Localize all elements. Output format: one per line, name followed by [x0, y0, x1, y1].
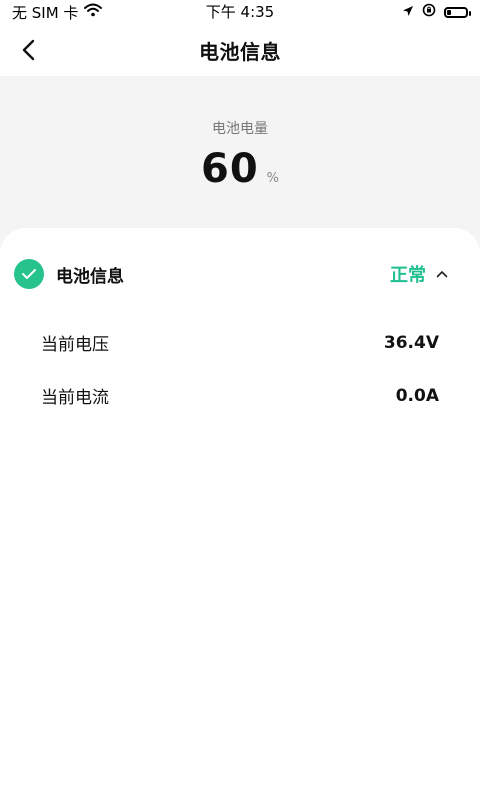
voltage-label: 当前电压: [41, 335, 109, 355]
battery-info-header-right: 正常: [390, 261, 448, 287]
status-time: 下午 4:35: [205, 3, 275, 21]
screen: 无 SIM 卡 下午 4:35 电池信息 电池电量 60 % 电池信息 正常 当…: [0, 0, 480, 800]
current-row: 当前电流 0.0A: [41, 383, 439, 409]
voltage-row: 当前电压 36.4V: [41, 330, 439, 356]
battery-info-header-left: 电池信息: [14, 259, 124, 289]
chevron-left-icon: [22, 39, 35, 61]
battery-icon: [444, 6, 471, 18]
nav-bar: 电池信息: [0, 24, 480, 76]
page-title: 电池信息: [199, 39, 281, 64]
wifi-icon: [84, 3, 103, 21]
battery-info-card: 电池信息 正常 当前电压 36.4V 当前电流 0.0A: [0, 228, 480, 800]
current-value: 0.0A: [395, 385, 439, 406]
battery-level-unit: %: [266, 171, 280, 186]
voltage-value: 36.4V: [383, 332, 439, 353]
status-right: [402, 3, 471, 21]
back-button[interactable]: [14, 36, 42, 64]
current-label: 当前电流: [41, 388, 109, 408]
chevron-up-icon: [436, 271, 448, 278]
battery-level-value: 60: [200, 146, 259, 192]
check-icon: [14, 259, 44, 289]
carrier-text: 无 SIM 卡: [12, 3, 79, 22]
battery-info-header[interactable]: 电池信息 正常: [14, 259, 448, 289]
status-left: 无 SIM 卡: [12, 2, 103, 23]
battery-fill: [447, 9, 451, 15]
status-badge: 正常: [390, 265, 426, 286]
location-arrow-icon: [402, 3, 414, 21]
battery-level-label: 电池电量: [212, 121, 268, 137]
battery-level-value-row: 60 %: [0, 146, 480, 192]
status-bar: 无 SIM 卡 下午 4:35: [0, 0, 480, 24]
rotation-lock-icon: [422, 3, 436, 21]
battery-info-title: 电池信息: [56, 266, 124, 287]
